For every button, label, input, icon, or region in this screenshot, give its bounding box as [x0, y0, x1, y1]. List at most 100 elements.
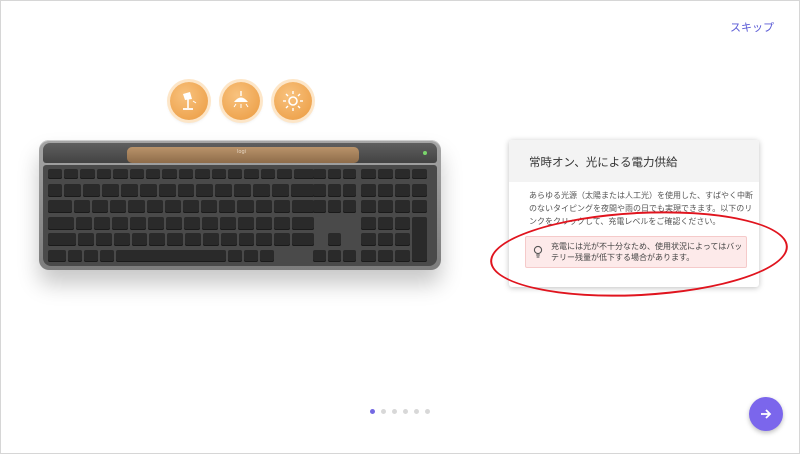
keyboard-key	[182, 200, 200, 213]
keyboard-key	[238, 217, 254, 230]
keyboard-key	[129, 169, 144, 179]
keyboard-key	[113, 169, 128, 179]
keyboard-key	[48, 184, 62, 197]
keyboard-key	[202, 217, 218, 230]
page-dot-active[interactable]	[370, 409, 375, 414]
keyboard-key	[166, 217, 182, 230]
keyboard-key	[195, 169, 210, 179]
keyboard-key	[244, 169, 259, 179]
keyboard-key	[361, 217, 376, 230]
keyboard-key	[395, 250, 410, 262]
keyboard-key	[184, 217, 200, 230]
keyboard-key	[149, 233, 166, 246]
keyboard-key	[361, 184, 376, 197]
keyboard-key	[277, 169, 292, 179]
keyboard-key	[202, 233, 219, 246]
keyboard-key	[48, 169, 62, 179]
keyboard-key	[343, 169, 356, 179]
keyboard-key	[185, 233, 201, 246]
ceiling-lamp-icon	[222, 82, 260, 120]
keyboard-key	[272, 184, 290, 197]
keyboard-key	[260, 250, 274, 262]
keyboard-key	[343, 250, 356, 262]
page-dot[interactable]	[425, 409, 430, 414]
keyboard-key	[395, 200, 410, 213]
keyboard-key	[48, 200, 72, 213]
desk-lamp-icon	[170, 82, 208, 120]
keyboard-key	[228, 250, 242, 262]
keyboard-key	[84, 250, 98, 262]
keyboard-key	[80, 169, 95, 179]
keyboard-key	[177, 184, 195, 197]
keyboard-key	[228, 169, 243, 179]
keyboard-key	[313, 169, 326, 179]
keyboard-key	[292, 233, 314, 246]
keyboard-key	[412, 169, 427, 179]
keyboard-key	[274, 217, 290, 230]
page-dot[interactable]	[392, 409, 397, 414]
keyboard-key	[291, 184, 314, 197]
keyboard-key	[378, 233, 393, 246]
keyboard-key	[274, 233, 291, 246]
keyboard-key	[328, 184, 341, 197]
keyboard-key	[220, 217, 236, 230]
keyboard-key	[395, 184, 410, 197]
keyboard-key	[244, 250, 258, 262]
keyboard-key	[146, 169, 161, 179]
keyboard-key	[162, 169, 177, 179]
keyboard-key	[64, 184, 81, 197]
page-indicator	[370, 409, 430, 414]
keyboard-key	[412, 217, 427, 262]
keyboard-key	[148, 217, 164, 230]
keyboard-key	[292, 217, 314, 230]
solar-panel: logi	[127, 147, 359, 163]
skip-link[interactable]: スキップ	[730, 19, 774, 35]
arrow-right-icon	[761, 409, 772, 419]
keyboard-key	[256, 217, 272, 230]
keyboard-key	[128, 200, 145, 213]
keyboard-key	[211, 169, 226, 179]
keyboard-key	[273, 200, 290, 213]
page-dot[interactable]	[381, 409, 386, 414]
keyboard-key	[412, 200, 427, 213]
keyboard-key	[113, 233, 130, 246]
keyboard-key	[78, 233, 94, 246]
keyboard-key	[412, 184, 427, 197]
keyboard-key	[219, 200, 236, 213]
keyboard-key	[361, 169, 376, 179]
page-dot[interactable]	[414, 409, 419, 414]
keyboard-key	[378, 217, 393, 230]
next-button[interactable]	[749, 397, 783, 431]
keyboard-key	[328, 233, 341, 246]
keyboard-key	[255, 200, 272, 213]
keyboard-key	[164, 200, 181, 213]
keyboard-key	[130, 217, 146, 230]
keyboard-key	[167, 233, 184, 246]
keyboard-key	[234, 184, 252, 197]
keyboard-top-bar: logi	[43, 143, 437, 163]
keyboard-key	[178, 169, 194, 179]
keyboard-key	[76, 217, 92, 230]
keyboard-key	[378, 169, 393, 179]
keyboard-key	[313, 184, 326, 197]
keyboard-key	[361, 250, 376, 262]
keyboard-key	[116, 250, 226, 262]
keyboard-key	[395, 169, 410, 179]
keyboard-key	[94, 217, 110, 230]
keyboard-key	[82, 184, 100, 197]
keyboard-key	[238, 233, 255, 246]
card-header: 常時オン、光による電力供給	[509, 140, 759, 182]
keyboard-key	[74, 200, 91, 213]
keyboard-key	[68, 250, 82, 262]
keyboard-key	[256, 233, 273, 246]
keyboard-key	[395, 217, 410, 230]
keyboard-key	[328, 169, 341, 179]
keyboard-key	[361, 233, 376, 246]
keyboard-key	[120, 184, 138, 197]
card-title: 常時オン、光による電力供給	[529, 155, 678, 169]
keyboard-key	[253, 184, 271, 197]
power-led	[423, 151, 427, 155]
keyboard-key	[260, 169, 276, 179]
keyboard-key	[48, 233, 76, 246]
page-dot[interactable]	[403, 409, 408, 414]
